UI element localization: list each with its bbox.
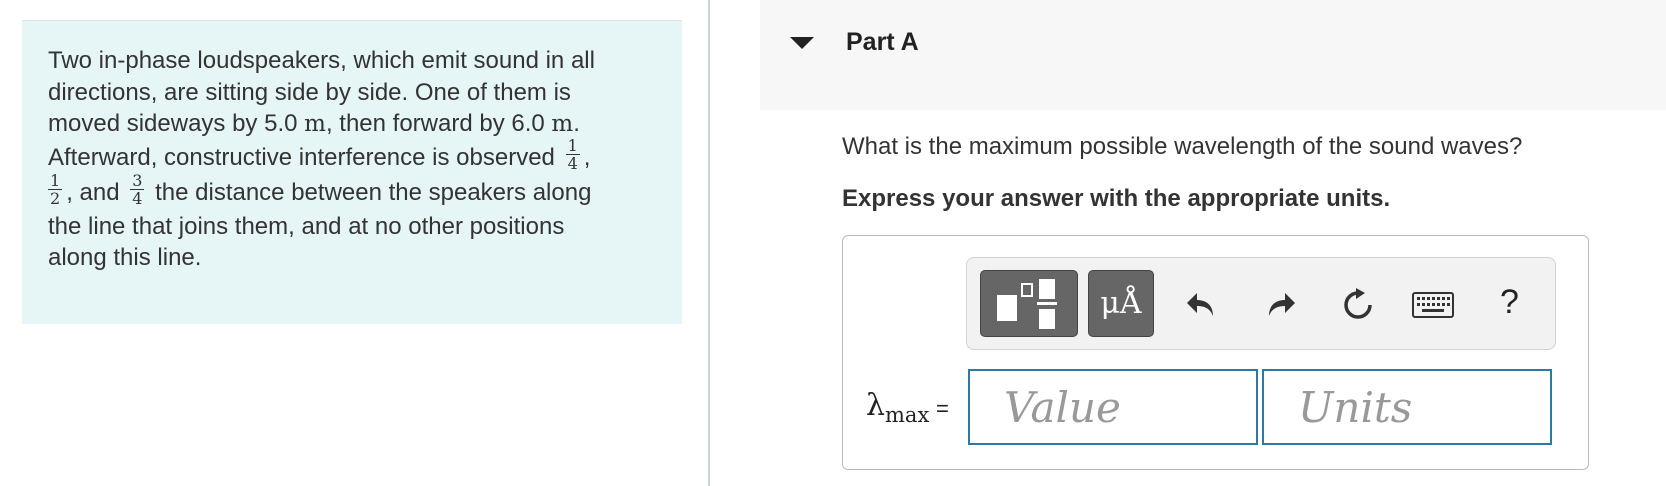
problem-line: moved sideways by 5.0 bbox=[48, 110, 305, 137]
fraction-one-half: 12 bbox=[48, 170, 63, 208]
units-icon: μÅ bbox=[1100, 286, 1142, 321]
units-input[interactable] bbox=[1262, 369, 1552, 445]
reset-icon bbox=[1344, 288, 1372, 319]
units-button[interactable]: μÅ bbox=[1088, 270, 1154, 337]
panel-divider[interactable] bbox=[708, 0, 710, 486]
part-title: Part A bbox=[846, 28, 919, 56]
problem-line: . bbox=[573, 110, 580, 137]
problem-line: along this line. bbox=[48, 244, 202, 271]
problem-line: , then forward by 6.0 bbox=[325, 110, 552, 137]
value-input[interactable] bbox=[968, 369, 1258, 445]
unit-meter: m bbox=[304, 111, 326, 137]
problem-line: Two in-phase loudspeakers, which emit so… bbox=[48, 47, 595, 74]
problem-line: the line that joins them, and at no othe… bbox=[48, 212, 565, 240]
keyboard-icon bbox=[1412, 292, 1454, 318]
question-text: What is the maximum possible wavelength … bbox=[842, 133, 1523, 160]
problem-statement: Two in-phase loudspeakers, which emit so… bbox=[48, 45, 668, 274]
undo-button[interactable] bbox=[1180, 283, 1224, 327]
help-icon: ? bbox=[1500, 283, 1519, 321]
problem-line: , and bbox=[66, 178, 120, 206]
reset-button[interactable] bbox=[1336, 283, 1380, 327]
problem-line: directions, are sitting side by side. On… bbox=[48, 78, 571, 106]
fraction-three-quarters: 34 bbox=[130, 170, 145, 208]
instruction-text: Express your answer with the appropriate… bbox=[842, 185, 1391, 212]
answer-variable-label: λmax bbox=[866, 388, 930, 427]
redo-button[interactable] bbox=[1258, 283, 1302, 327]
unit-meter: m bbox=[551, 111, 574, 137]
redo-icon bbox=[1269, 293, 1295, 316]
templates-button[interactable] bbox=[980, 270, 1078, 337]
collapse-caret-icon[interactable] bbox=[790, 37, 814, 49]
problem-line: the distance between the speakers along bbox=[155, 178, 592, 206]
undo-icon bbox=[1187, 293, 1213, 316]
equals-sign: = bbox=[936, 396, 949, 421]
help-button[interactable]: ? bbox=[1500, 283, 1519, 322]
fraction-one-quarter: 14 bbox=[565, 135, 580, 173]
problem-line: , bbox=[583, 143, 591, 171]
keyboard-button[interactable] bbox=[1408, 283, 1458, 327]
problem-line: Afterward, constructive interference is … bbox=[48, 143, 555, 171]
